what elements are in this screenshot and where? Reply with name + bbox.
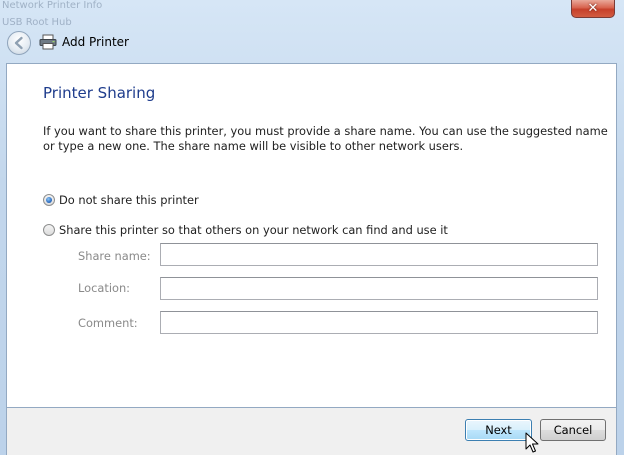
- radio-do-not-share[interactable]: Do not share this printer: [43, 192, 199, 208]
- close-icon: ✕: [587, 1, 599, 16]
- background-title-line-1: Network Printer Info: [2, 0, 103, 11]
- printer-icon: [39, 34, 57, 50]
- back-arrow-icon: [14, 36, 23, 50]
- radio-do-not-share-label[interactable]: Do not share this printer: [59, 193, 199, 207]
- radio-button-checked[interactable]: [43, 194, 55, 206]
- cancel-button[interactable]: Cancel: [540, 419, 606, 441]
- background-window-title: Network Printer Info USB Root Hub: [2, 0, 102, 28]
- background-title-line-2: USB Root Hub: [2, 17, 72, 28]
- next-button[interactable]: Next: [465, 419, 532, 441]
- share-name-input[interactable]: [160, 243, 598, 266]
- mouse-cursor-icon: [525, 432, 539, 453]
- location-label: Location:: [78, 281, 131, 295]
- page-heading: Printer Sharing: [43, 84, 156, 102]
- share-name-label: Share name:: [78, 249, 151, 263]
- comment-input[interactable]: [160, 311, 598, 334]
- radio-button-unchecked[interactable]: [43, 224, 55, 236]
- back-button[interactable]: [7, 31, 31, 55]
- close-button[interactable]: ✕: [571, 0, 615, 18]
- location-input[interactable]: [160, 277, 598, 300]
- page-description: If you want to share this printer, you m…: [43, 124, 608, 153]
- window-title: Add Printer: [62, 35, 129, 49]
- radio-share-printer[interactable]: Share this printer so that others on you…: [43, 222, 448, 238]
- radio-share-printer-label[interactable]: Share this printer so that others on you…: [59, 223, 448, 237]
- comment-label: Comment:: [78, 316, 138, 330]
